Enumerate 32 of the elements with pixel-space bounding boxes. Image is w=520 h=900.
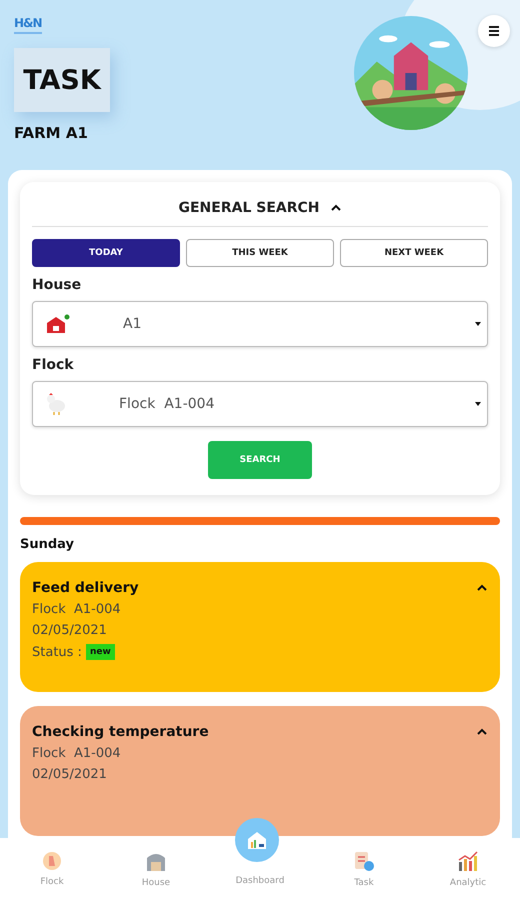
field-label: Flock: [32, 357, 75, 373]
period-tab[interactable]: NEXT WEEK: [340, 239, 488, 267]
menu-icon: [488, 26, 500, 36]
status-badge: new: [86, 644, 115, 660]
task-flock: Flock A1-004: [32, 602, 122, 617]
bar-chart-icon: [457, 850, 479, 872]
field-label: House: [32, 277, 82, 293]
house-chart-icon: [246, 830, 268, 850]
farm-name: FARM A1: [14, 124, 88, 142]
period-tab[interactable]: THIS WEEK: [186, 239, 334, 267]
barn-icon: [45, 313, 71, 335]
task-date: 02/05/2021: [32, 767, 108, 782]
page-title: TASK: [14, 48, 110, 112]
logo: H&N: [14, 16, 42, 34]
day-heading: Sunday: [20, 537, 76, 552]
chevron-up-icon: [330, 204, 342, 212]
select-field[interactable]: Flock A1-004: [32, 381, 488, 427]
task-date: 02/05/2021: [32, 623, 108, 638]
panel-header[interactable]: GENERAL SEARCH: [174, 196, 346, 220]
task-card[interactable]: Checking temperature Flock A1-004 02/05/2021: [20, 706, 500, 836]
period-tab[interactable]: TODAY: [32, 239, 180, 267]
task-flock: Flock A1-004: [32, 746, 122, 761]
dropdown-icon: [475, 402, 481, 406]
select-field[interactable]: A1: [32, 301, 488, 347]
clipboard-icon: [353, 850, 375, 872]
task-title: Checking temperature: [32, 724, 209, 740]
task-title: Feed delivery: [32, 580, 139, 596]
dropdown-icon: [475, 322, 481, 326]
chevron-up-icon: [476, 728, 488, 736]
chevron-up-icon: [476, 584, 488, 592]
status-label: Status :: [32, 644, 82, 660]
task-card[interactable]: Feed delivery Flock A1-004 02/05/2021 Status : new: [20, 562, 500, 692]
